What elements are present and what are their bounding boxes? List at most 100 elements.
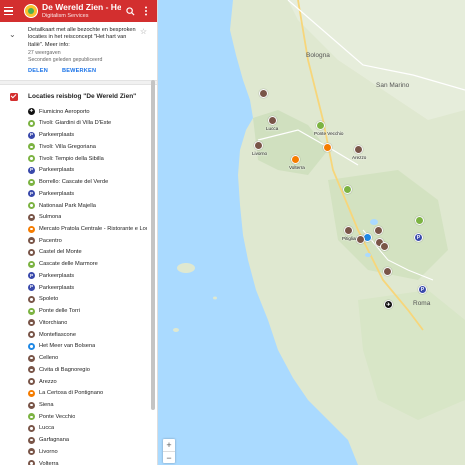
map-pin[interactable] — [356, 235, 365, 244]
map-pin[interactable] — [316, 121, 325, 130]
list-item[interactable]: Ponte delle Torri — [28, 305, 151, 317]
location-marker-icon — [28, 460, 35, 465]
list-item[interactable]: Tivoli: Giardini di Villa D'Este — [28, 118, 151, 130]
parking-icon: P — [28, 166, 35, 174]
list-item-label: Siena — [39, 402, 54, 409]
map-owner: Digitalism Services — [42, 12, 89, 19]
list-item[interactable]: Tivoli: Tempio della Sibilla — [28, 153, 151, 165]
list-item[interactable]: Arezzo — [28, 376, 151, 388]
list-item-label: Sulmona — [39, 214, 62, 221]
sidebar-panel: De Wereld Zien - Het h… Digitalism Servi… — [0, 0, 158, 465]
list-item[interactable]: Borrello: Cascate del Verde — [28, 176, 151, 188]
zoom-in-button[interactable]: + — [163, 439, 175, 451]
map-pin[interactable] — [344, 226, 353, 235]
list-item[interactable]: Spoleto — [28, 294, 151, 306]
location-marker-icon — [28, 378, 35, 386]
app-root: De Wereld Zien - Het h… Digitalism Servi… — [0, 0, 465, 465]
map-canvas[interactable]: Bologna San Marino Roma Lucca Ponte Vecchio… — [158, 0, 465, 465]
list-item-label: Tivoli: Tempio della Sibilla — [39, 155, 104, 162]
city-label: San Marino — [376, 82, 410, 89]
list-item[interactable]: P Parkeerplaats — [28, 188, 151, 200]
chevron-down-icon[interactable]: ⌄ — [9, 30, 16, 39]
list-item[interactable]: Vitorchiano — [28, 317, 151, 329]
list-item-label: Livorno — [39, 448, 58, 455]
location-marker-icon — [28, 319, 35, 327]
list-item-label: Tivoli: Giardini di Villa D'Este — [39, 120, 112, 127]
list-item[interactable]: P Parkeerplaats — [28, 129, 151, 141]
location-marker-icon — [28, 331, 35, 339]
list-item[interactable]: P Parkeerplaats — [28, 164, 151, 176]
map-pin[interactable] — [254, 141, 263, 150]
list-item-label: Nationaal Park Majella — [39, 202, 96, 209]
list-item-label: Civita di Bagnoregio — [39, 366, 90, 373]
list-item[interactable]: Ponte Vecchio — [28, 411, 151, 423]
publish-status: Seconden geleden gepubliceerd — [28, 56, 103, 63]
list-item[interactable]: P Parkeerplaats — [28, 270, 151, 282]
list-item[interactable]: P Parkeerplaats — [28, 282, 151, 294]
list-item[interactable]: Het Meer van Bolsena — [28, 340, 151, 352]
parking-pin[interactable]: P — [414, 233, 423, 242]
map-pin[interactable] — [415, 216, 424, 225]
list-item[interactable]: Nationaal Park Majella — [28, 200, 151, 212]
list-item[interactable]: Volterra — [28, 458, 151, 465]
map-pin[interactable] — [268, 116, 277, 125]
map-pin[interactable] — [259, 89, 268, 98]
list-item[interactable]: Garfagnana — [28, 434, 151, 446]
location-marker-icon — [28, 307, 35, 315]
location-marker-icon — [28, 213, 35, 221]
location-marker-icon — [28, 354, 35, 362]
list-item[interactable]: Livorno — [28, 446, 151, 458]
map-pin[interactable] — [343, 185, 352, 194]
star-icon[interactable]: ☆ — [140, 27, 147, 36]
location-marker-icon — [28, 436, 35, 444]
location-marker-icon — [28, 295, 35, 303]
airport-pin[interactable]: ✈ — [384, 300, 393, 309]
parking-icon: P — [28, 284, 35, 292]
location-marker-icon — [28, 424, 35, 432]
location-marker-icon — [28, 225, 35, 233]
list-item[interactable]: Mercato Pratola Centrale - Ristorante e … — [28, 223, 151, 235]
location-marker-icon — [28, 202, 35, 210]
list-item-label: Ponte delle Torri — [39, 308, 80, 315]
list-item-label: Lucca — [39, 425, 55, 432]
info-body: Detailkaart met alle bezochte en besprok… — [28, 27, 151, 80]
map-pin[interactable] — [380, 242, 389, 251]
parking-icon: P — [28, 190, 35, 198]
menu-icon[interactable] — [4, 4, 18, 18]
edit-button[interactable]: BEWERKEN — [62, 68, 96, 74]
list-item[interactable]: ✈ Fiumicino Aeroporto — [28, 106, 151, 118]
list-item[interactable]: La Certosa di Pontignano — [28, 387, 151, 399]
list-item-label: Parkeerplaats — [39, 272, 75, 279]
location-marker-icon — [28, 448, 35, 456]
more-vert-icon[interactable] — [139, 4, 153, 18]
list-item-label: Ponte Vecchio — [39, 413, 76, 420]
list-item[interactable]: Lucca — [28, 423, 151, 435]
info-actions: DELEN BEWERKEN — [28, 68, 151, 80]
list-item[interactable]: Siena — [28, 399, 151, 411]
list-item[interactable]: Sulmona — [28, 211, 151, 223]
list-item[interactable]: Civita di Bagnoregio — [28, 364, 151, 376]
list-item[interactable]: Pacentro — [28, 235, 151, 247]
parking-icon: P — [28, 131, 35, 139]
map-pin[interactable] — [291, 155, 300, 164]
parking-pin[interactable]: P — [418, 285, 427, 294]
map-pin[interactable] — [374, 226, 383, 235]
share-button[interactable]: DELEN — [28, 68, 48, 74]
location-marker-icon — [28, 155, 35, 163]
list-item[interactable]: Cascate delle Marmore — [28, 258, 151, 270]
list-item-label: Arezzo — [39, 378, 57, 385]
sidebar-scrollbar[interactable] — [151, 80, 155, 410]
location-marker-icon — [28, 143, 35, 151]
zoom-out-button[interactable]: − — [163, 451, 175, 463]
map-pin[interactable] — [323, 143, 332, 152]
map-pin[interactable] — [383, 267, 392, 276]
map-pin[interactable] — [354, 145, 363, 154]
layer-checkbox[interactable] — [10, 92, 18, 101]
list-item[interactable]: Montefiascone — [28, 329, 151, 341]
list-item[interactable]: Celleno — [28, 352, 151, 364]
list-item-label: Pacentro — [39, 237, 62, 244]
list-item[interactable]: Tivoli: Villa Gregoriana — [28, 141, 151, 153]
search-icon[interactable] — [123, 4, 137, 18]
layer-header: Locaties reisblog "De Wereld Zien" — [10, 90, 151, 104]
list-item[interactable]: Castel del Monte — [28, 247, 151, 259]
